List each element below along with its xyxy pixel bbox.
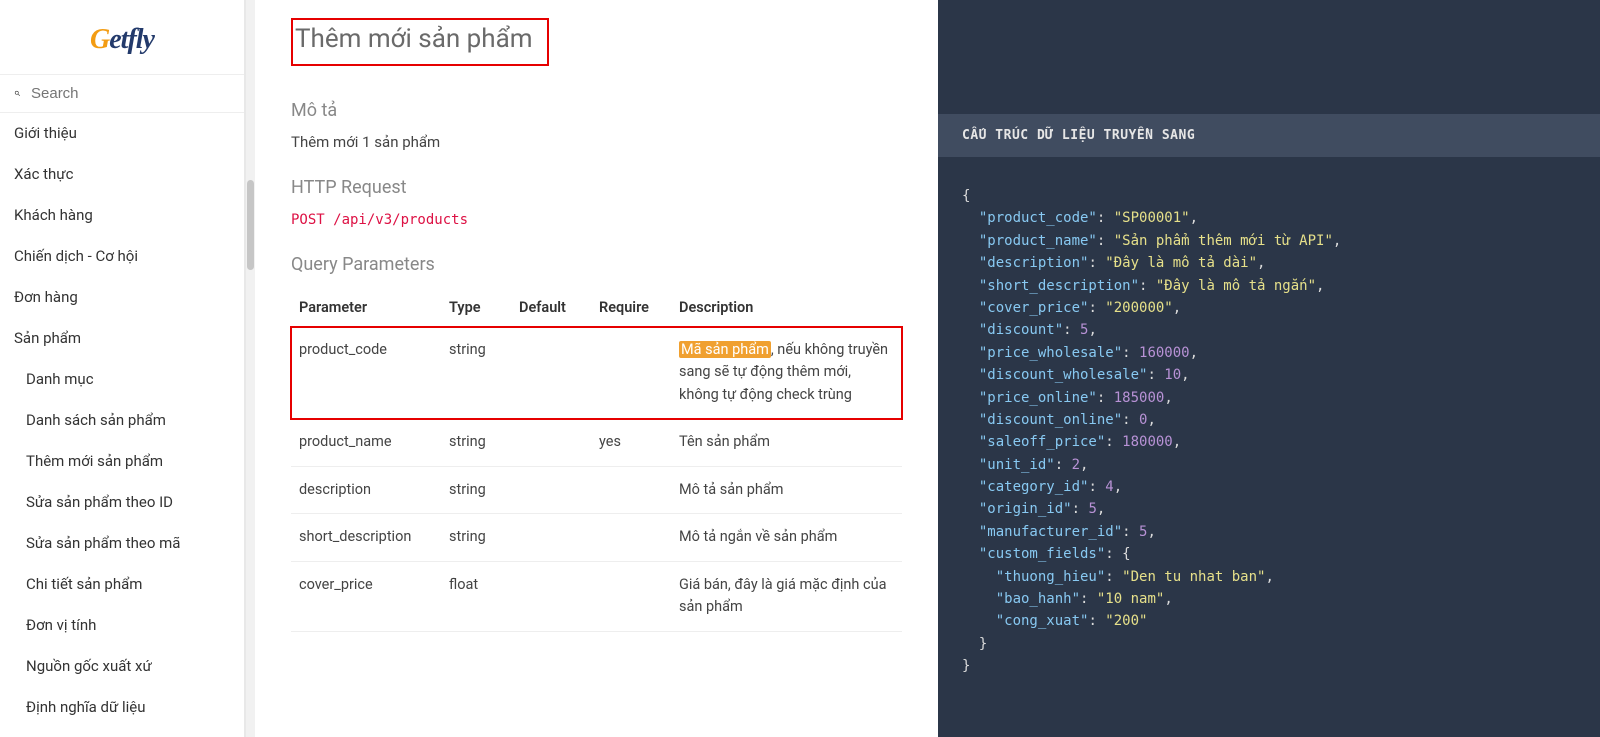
cell-parameter: description xyxy=(291,466,441,513)
cell-type: string xyxy=(441,514,511,561)
cell-type: float xyxy=(441,561,511,631)
nav-item-2[interactable]: Khách hàng xyxy=(0,195,244,236)
cell-require xyxy=(591,514,671,561)
cell-type: string xyxy=(441,327,511,419)
nav: Giới thiệuXác thựcKhách hàngChiến dịch -… xyxy=(0,113,244,737)
highlight: Mã sản phẩm xyxy=(679,341,771,358)
table-row: product_namestring yesTên sản phẩm xyxy=(291,419,902,466)
sidebar-scrollbar[interactable] xyxy=(245,0,255,737)
cell-type: string xyxy=(441,419,511,466)
cell-require xyxy=(591,561,671,631)
nav-item-12[interactable]: Đơn vị tính xyxy=(0,605,244,646)
nav-item-9[interactable]: Sửa sản phẩm theo ID xyxy=(0,482,244,523)
cell-default xyxy=(511,514,591,561)
section-http: HTTP Request xyxy=(291,177,902,198)
doc-pane: Thêm mới sản phẩm Mô tả Thêm mới 1 sản p… xyxy=(255,0,938,737)
nav-item-4[interactable]: Đơn hàng xyxy=(0,277,244,318)
search-icon xyxy=(14,86,21,101)
section-desc: Mô tả xyxy=(291,100,902,121)
nav-item-5[interactable]: Sản phẩm xyxy=(0,318,244,359)
table-row: product_codestring Mã sản phẩm, nếu không… xyxy=(291,327,902,419)
cell-require xyxy=(591,466,671,513)
search-input[interactable] xyxy=(31,85,230,102)
cell-description: Mô tả ngắn về sản phẩm xyxy=(671,514,902,561)
code-pane: CẤU TRÚC DỮ LIỆU TRUYỀN SANG { "product_… xyxy=(938,0,1600,737)
cell-parameter: short_description xyxy=(291,514,441,561)
section-params: Query Parameters xyxy=(291,254,902,275)
cell-default xyxy=(511,561,591,631)
cell-parameter: product_name xyxy=(291,419,441,466)
logo-prefix: G xyxy=(90,24,109,55)
page-title: Thêm mới sản phẩm xyxy=(291,18,549,66)
th-description: Description xyxy=(671,289,902,327)
params-table: Parameter Type Default Require Descripti… xyxy=(291,289,902,632)
table-row: descriptionstring Mô tả sản phẩm xyxy=(291,466,902,513)
nav-item-6[interactable]: Danh mục xyxy=(0,359,244,400)
code-body: { "product_code": "SP00001", "product_na… xyxy=(938,157,1600,706)
table-row: short_descriptionstring Mô tả ngắn về sản… xyxy=(291,514,902,561)
nav-item-3[interactable]: Chiến dịch - Cơ hội xyxy=(0,236,244,277)
table-row: cover_pricefloat Giá bán, đây là giá mặc … xyxy=(291,561,902,631)
cell-description: Mã sản phẩm, nếu không truyền sang sẽ tự… xyxy=(671,327,902,419)
cell-require: yes xyxy=(591,419,671,466)
nav-item-10[interactable]: Sửa sản phẩm theo mã xyxy=(0,523,244,564)
logo-rest: etfly xyxy=(109,24,154,55)
cell-description: Giá bán, đây là giá mặc định của sản phẩ… xyxy=(671,561,902,631)
cell-parameter: product_code xyxy=(291,327,441,419)
nav-item-13[interactable]: Nguồn gốc xuất xứ xyxy=(0,646,244,687)
nav-item-1[interactable]: Xác thực xyxy=(0,154,244,195)
search-row[interactable] xyxy=(0,74,244,113)
nav-item-8[interactable]: Thêm mới sản phẩm xyxy=(0,441,244,482)
cell-parameter: cover_price xyxy=(291,561,441,631)
nav-item-7[interactable]: Danh sách sản phẩm xyxy=(0,400,244,441)
http-request: POST /api/v3/products xyxy=(291,212,902,228)
th-require: Require xyxy=(591,289,671,327)
cell-type: string xyxy=(441,466,511,513)
cell-description: Tên sản phẩm xyxy=(671,419,902,466)
scrollbar-thumb[interactable] xyxy=(247,180,254,270)
cell-default xyxy=(511,327,591,419)
nav-item-11[interactable]: Chi tiết sản phẩm xyxy=(0,564,244,605)
cell-require xyxy=(591,327,671,419)
cell-default xyxy=(511,419,591,466)
nav-item-14[interactable]: Định nghĩa dữ liệu xyxy=(0,687,244,728)
cell-description: Mô tả sản phẩm xyxy=(671,466,902,513)
sidebar: Getfly Giới thiệuXác thựcKhách hàngChiến… xyxy=(0,0,245,737)
nav-item-0[interactable]: Giới thiệu xyxy=(0,113,244,154)
th-parameter: Parameter xyxy=(291,289,441,327)
code-heading: CẤU TRÚC DỮ LIỆU TRUYỀN SANG xyxy=(938,114,1600,157)
th-default: Default xyxy=(511,289,591,327)
th-type: Type xyxy=(441,289,511,327)
desc-text: Thêm mới 1 sản phẩm xyxy=(291,133,902,151)
logo: Getfly xyxy=(0,0,244,74)
cell-default xyxy=(511,466,591,513)
